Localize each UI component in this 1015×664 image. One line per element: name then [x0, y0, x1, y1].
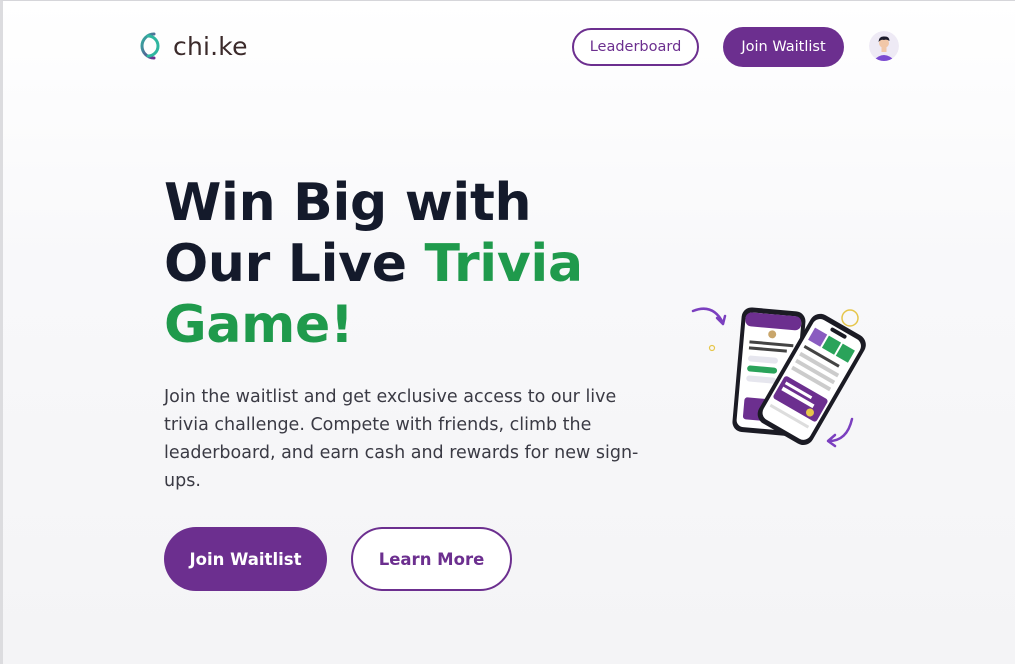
leaderboard-button[interactable]: Leaderboard — [572, 28, 699, 66]
join-waitlist-button[interactable]: Join Waitlist — [164, 527, 327, 591]
logo[interactable]: chi.ke — [132, 28, 248, 64]
user-avatar-icon[interactable] — [869, 31, 899, 61]
logo-icon — [140, 32, 160, 60]
logo-text: chi.ke — [173, 31, 248, 61]
join-waitlist-header-button[interactable]: Join Waitlist — [723, 27, 844, 67]
site-header: chi.ke Leaderboard Join Waitlist — [3, 1, 1015, 93]
hero-description: Join the waitlist and get exclusive acce… — [164, 387, 639, 491]
hero-headline: Win Big with Our Live Trivia Game! — [164, 173, 624, 356]
phones-illustration — [687, 299, 867, 454]
learn-more-button[interactable]: Learn More — [351, 527, 512, 591]
